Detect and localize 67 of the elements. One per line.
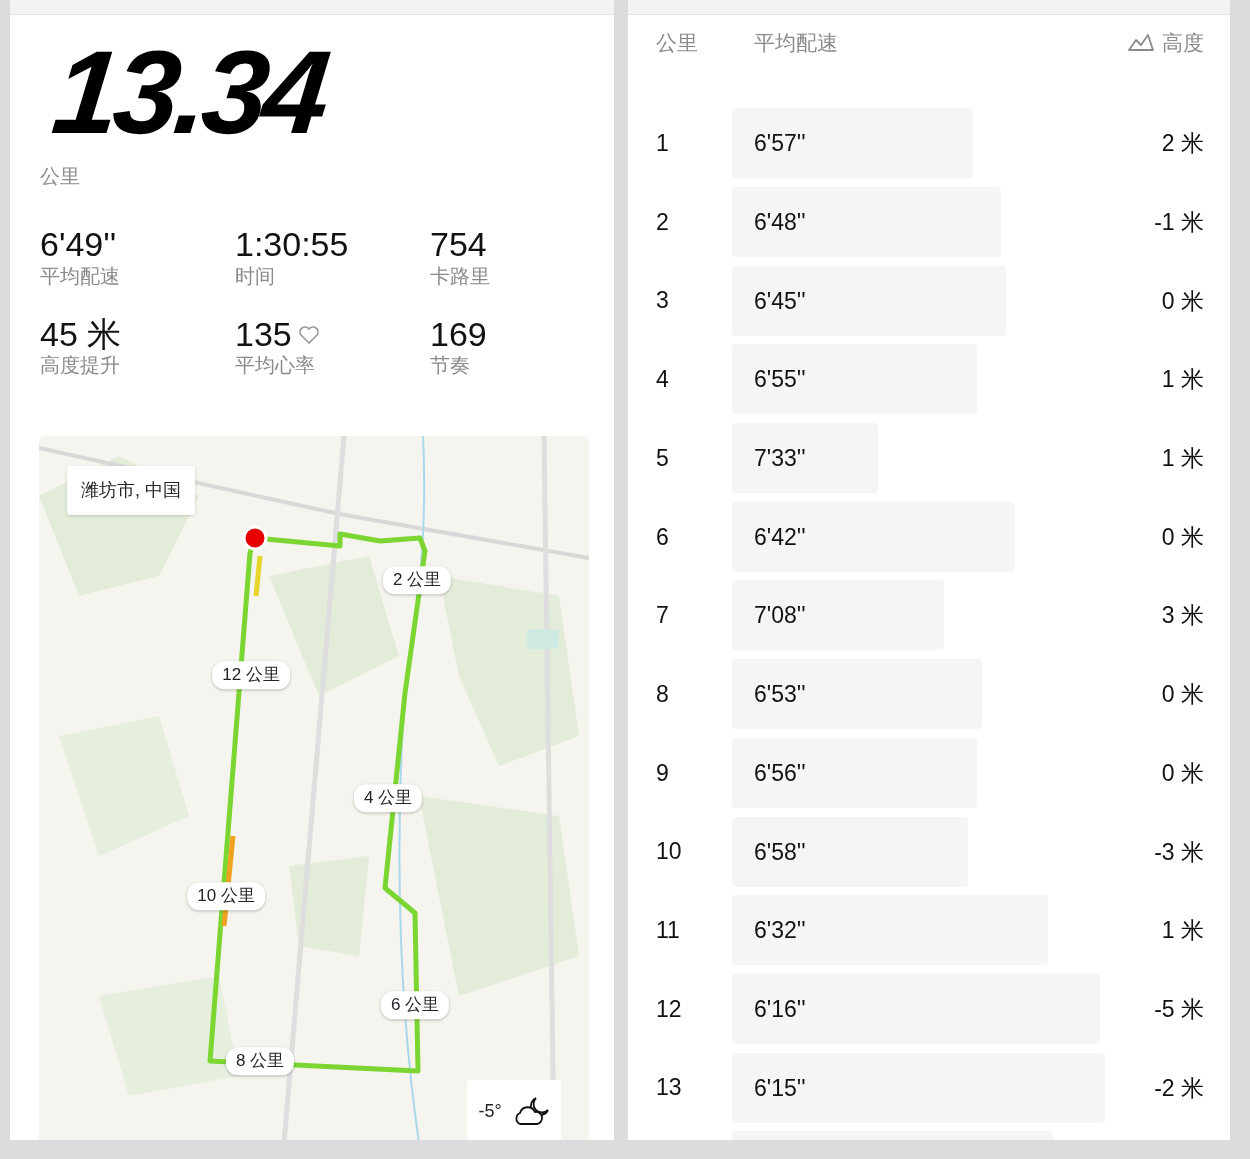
elevation-value: -1 米 [1154,208,1204,238]
stat-value: 135 [235,316,292,353]
split-number: 4 [656,365,670,395]
stat-label: 卡路里 [430,263,491,289]
pace-value: 6'53'' [753,680,806,710]
stat-value: 754 [430,227,487,263]
distance-unit: 公里 [40,164,80,189]
stat-value: 45 米 [40,316,122,353]
split-number: 8 [656,679,670,709]
distance-marker: 8 公里 [225,1047,295,1076]
split-number: 6 [656,522,670,552]
heart-icon [297,324,320,345]
elevation-value: 3 米 [1161,601,1204,631]
pace-value: 6'55'' [753,365,806,395]
distance-marker: 10 公里 [187,882,265,911]
start-marker [242,525,268,551]
split-number: 12 [656,994,683,1024]
pace-value: 6'32'' [753,916,806,946]
location-label: 潍坊市, 中国 [67,466,195,516]
pace-value: 6'48'' [753,208,806,238]
stat-value: 1:30:55 [235,227,349,263]
split-number: 5 [656,443,670,473]
elevation-value: 0 米 [1161,522,1204,552]
column-header: 平均配速 [754,30,839,56]
elevation-value: 2 米 [1161,129,1204,159]
split-number: 7 [656,601,670,631]
elevation-value: 1 米 [1161,365,1204,395]
pace-value: 6'45'' [753,286,806,316]
stat-value: 169 [430,316,487,353]
temperature: -5° [478,1099,502,1123]
distance-value: 13.34 [47,33,331,151]
elevation-value: 0 米 [1161,758,1204,788]
pace-value: 6'57'' [753,129,806,159]
pace-value: 6'56'' [753,758,806,788]
distance-marker: 4 公里 [353,784,423,813]
elevation-value: 0 米 [1161,286,1204,316]
column-header: 公里 [656,30,699,56]
pace-value: 7'08'' [753,601,806,631]
column-header: 高度 [1162,30,1204,56]
distance-marker: 2 公里 [382,566,452,595]
stat-label: 时间 [235,263,276,289]
stat-label: 平均配速 [40,263,121,289]
pace-value: 6'16'' [753,994,806,1024]
pace-value: 6'42'' [753,522,806,552]
stat-label: 节奏 [430,353,471,379]
stat-value: 6'49'' [40,227,117,263]
split-number: 10 [656,837,683,867]
pace-value: 6'58'' [753,837,806,867]
split-number: 3 [656,286,670,316]
split-number: 9 [656,758,670,788]
elevation-value: -2 米 [1154,1073,1204,1103]
pace-value: 6'15'' [753,1073,806,1103]
stat-label: 平均心率 [235,353,316,379]
split-number: 1 [656,129,670,159]
elevation-value: 1 米 [1161,444,1204,474]
distance-marker: 12 公里 [212,661,290,690]
elevation-value: -5 米 [1154,994,1204,1024]
elevation-value: 1 米 [1161,916,1204,946]
stat-label: 高度提升 [40,353,121,379]
elevation-value: -3 米 [1154,837,1204,867]
pace-value: 7'33'' [753,444,806,474]
split-number: 11 [656,915,681,945]
split-number: 13 [656,1073,683,1103]
elevation-value: 0 米 [1161,680,1204,710]
split-number: 2 [656,207,670,237]
distance-marker: 6 公里 [380,991,450,1020]
mountain-icon [1128,33,1154,51]
